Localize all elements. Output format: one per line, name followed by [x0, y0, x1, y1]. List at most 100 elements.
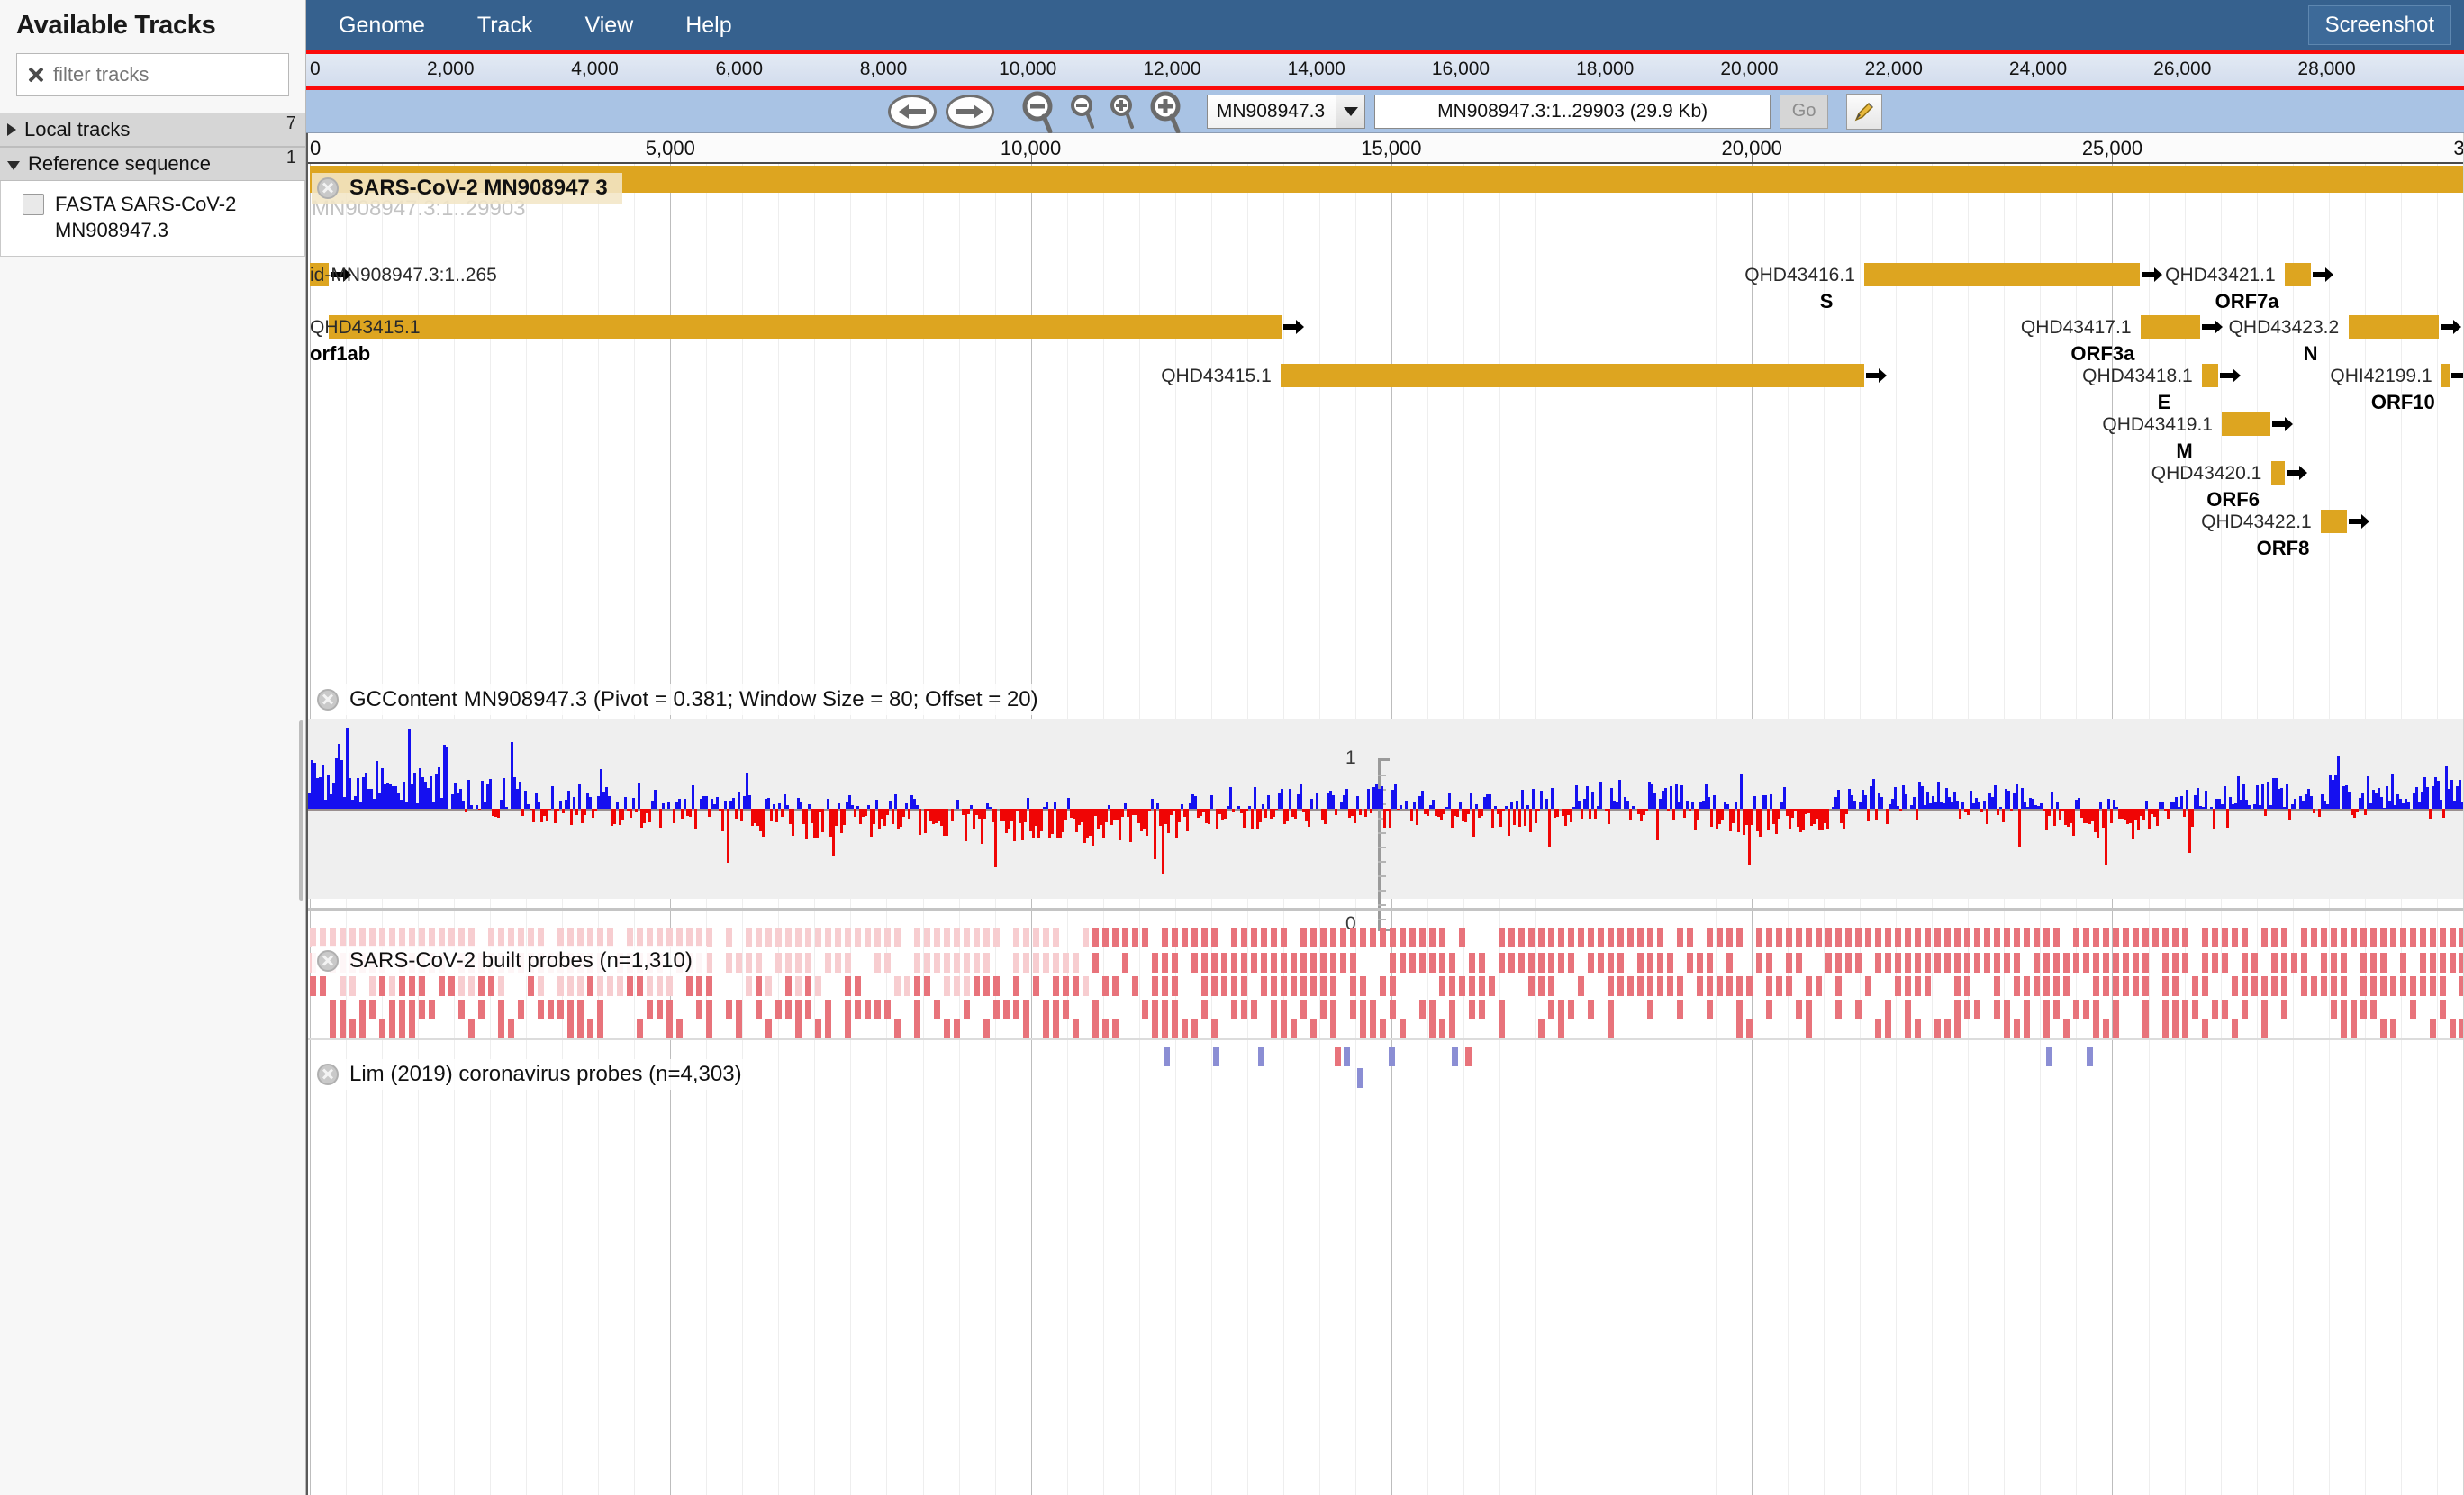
- probe-feature[interactable]: [567, 1000, 574, 1019]
- probe-feature[interactable]: [1588, 953, 1594, 973]
- probe-feature[interactable]: [2301, 928, 2307, 947]
- probe-feature[interactable]: [1617, 953, 1624, 973]
- probe-feature[interactable]: [2450, 1019, 2456, 1039]
- probe-feature[interactable]: [1647, 1000, 1653, 1019]
- probe-feature[interactable]: [1429, 1000, 1436, 1019]
- probe-feature[interactable]: [557, 976, 564, 996]
- probe-feature[interactable]: [1191, 953, 1198, 973]
- probe-feature[interactable]: [607, 928, 613, 947]
- track-checkbox[interactable]: [23, 194, 44, 215]
- probe-feature[interactable]: [349, 1019, 356, 1039]
- probe-feature[interactable]: [1340, 928, 1346, 947]
- probe-feature[interactable]: [1964, 928, 1970, 947]
- probe-feature[interactable]: [884, 953, 891, 973]
- probe-feature[interactable]: [706, 928, 712, 947]
- probe-feature[interactable]: [1271, 976, 1277, 996]
- probe-feature[interactable]: [954, 1019, 960, 1039]
- probe-feature[interactable]: [2142, 976, 2149, 996]
- probe-feature[interactable]: [2341, 953, 2347, 973]
- probe-feature[interactable]: [1182, 928, 1188, 947]
- probe-feature[interactable]: [1865, 928, 1871, 947]
- probe-feature[interactable]: [1994, 953, 2000, 973]
- probe-feature[interactable]: [1132, 928, 1138, 947]
- main-ruler[interactable]: 05,00010,00015,00020,00025,00030,0: [308, 133, 2464, 164]
- probe-feature[interactable]: [2083, 928, 2089, 947]
- probe-feature[interactable]: [1063, 1000, 1069, 1019]
- track-sars-cov-2-built-probes[interactable]: SARS-CoV-2 built probes (n=1,310): [308, 926, 2464, 1043]
- probe-feature[interactable]: [696, 976, 702, 996]
- probe-feature[interactable]: [320, 976, 326, 996]
- probe-feature[interactable]: [1508, 928, 1515, 947]
- probe-feature[interactable]: [2222, 953, 2228, 973]
- probe-feature[interactable]: [2281, 1000, 2287, 1019]
- probe-feature[interactable]: [1162, 976, 1168, 996]
- probe-feature[interactable]: [1291, 1019, 1297, 1039]
- probe-feature[interactable]: [1825, 928, 1832, 947]
- probe-feature[interactable]: [845, 976, 851, 996]
- probe-feature[interactable]: [1499, 928, 1505, 947]
- probe-feature[interactable]: [1717, 976, 1723, 996]
- probe-feature[interactable]: [1409, 928, 1416, 947]
- sidebar-group-local-tracks[interactable]: Local tracks 7: [0, 113, 305, 147]
- probe-feature[interactable]: [2014, 953, 2020, 973]
- probe-feature[interactable]: [1271, 1000, 1277, 1019]
- probe-feature[interactable]: [1320, 1000, 1327, 1019]
- probe-feature[interactable]: [894, 976, 901, 996]
- probe-feature[interactable]: [954, 953, 960, 973]
- probe-feature[interactable]: [983, 928, 990, 947]
- probe-feature[interactable]: [756, 976, 762, 996]
- probe-feature[interactable]: [1608, 976, 1614, 996]
- probe-feature[interactable]: [746, 928, 752, 947]
- probe-feature[interactable]: [1568, 953, 1574, 973]
- probe-feature[interactable]: [2113, 1000, 2119, 1019]
- close-icon[interactable]: [317, 1064, 339, 1085]
- probe-feature[interactable]: [2400, 976, 2406, 996]
- probe-feature[interactable]: [676, 928, 683, 947]
- probe-feature[interactable]: [1003, 1000, 1010, 1019]
- probe-feature[interactable]: [2420, 953, 2426, 973]
- probe-feature[interactable]: [1558, 928, 1564, 947]
- probe-feature[interactable]: [587, 976, 593, 996]
- probe-feature[interactable]: [2202, 953, 2208, 973]
- probe-feature[interactable]: [1608, 928, 1614, 947]
- probe-feature[interactable]: [1162, 928, 1168, 947]
- probe-feature[interactable]: [340, 928, 346, 947]
- probe-feature[interactable]: [399, 976, 405, 996]
- probe-feature[interactable]: [974, 976, 980, 996]
- probe-feature[interactable]: [2014, 976, 2020, 996]
- probe-feature[interactable]: [1558, 1000, 1564, 1019]
- probe-feature[interactable]: [1598, 928, 1604, 947]
- probe-feature[interactable]: [1360, 1000, 1366, 1019]
- probe-feature[interactable]: [1449, 1019, 1455, 1039]
- probe-feature[interactable]: [1053, 928, 1059, 947]
- probe-feature[interactable]: [2281, 928, 2287, 947]
- probe-feature[interactable]: [1452, 1046, 1458, 1066]
- probe-feature[interactable]: [1726, 928, 1733, 947]
- probe-feature[interactable]: [2172, 1019, 2179, 1039]
- probe-feature[interactable]: [2321, 953, 2327, 973]
- probe-feature[interactable]: [1310, 928, 1317, 947]
- probe-feature[interactable]: [1895, 976, 1901, 996]
- probe-feature[interactable]: [1335, 1046, 1341, 1066]
- probe-feature[interactable]: [359, 1000, 366, 1019]
- probe-feature[interactable]: [1875, 953, 1881, 973]
- probe-feature[interactable]: [1112, 928, 1119, 947]
- probe-feature[interactable]: [2182, 1019, 2188, 1039]
- probe-feature[interactable]: [1984, 953, 1990, 973]
- probe-feature[interactable]: [1023, 953, 1029, 973]
- probe-feature[interactable]: [1241, 953, 1247, 973]
- probe-feature[interactable]: [2360, 928, 2367, 947]
- probe-feature[interactable]: [330, 1019, 336, 1039]
- probe-feature[interactable]: [2281, 953, 2287, 973]
- probe-feature[interactable]: [1905, 1000, 1911, 1019]
- probe-feature[interactable]: [468, 1019, 475, 1039]
- pencil-icon[interactable]: [1846, 93, 1883, 130]
- probe-feature[interactable]: [2360, 1000, 2367, 1019]
- probe-feature[interactable]: [2261, 928, 2268, 947]
- probe-feature[interactable]: [1934, 928, 1941, 947]
- probe-feature[interactable]: [1855, 953, 1862, 973]
- probe-feature[interactable]: [478, 976, 485, 996]
- probe-feature[interactable]: [439, 928, 445, 947]
- probe-feature[interactable]: [2420, 976, 2426, 996]
- probe-feature[interactable]: [1835, 928, 1842, 947]
